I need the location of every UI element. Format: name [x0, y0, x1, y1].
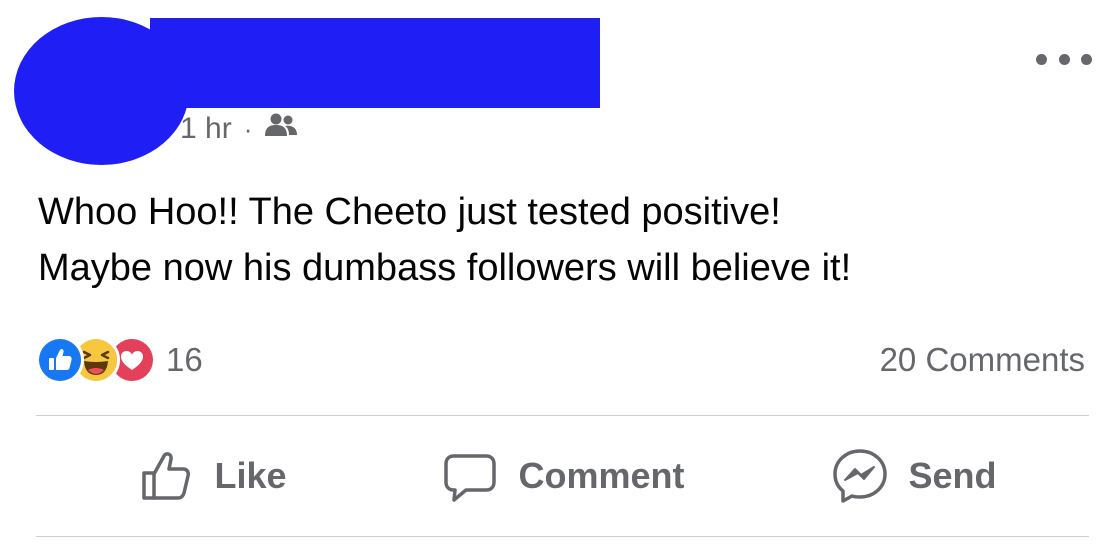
post-body: Whoo Hoo!! The Cheeto just tested positi…: [38, 184, 1078, 296]
comment-button[interactable]: Comment: [387, 416, 738, 536]
messenger-icon: [833, 449, 888, 503]
like-label: Like: [214, 455, 287, 496]
more-dot-icon: [1058, 53, 1070, 65]
reaction-count: 16: [166, 341, 203, 378]
send-label: Send: [908, 455, 997, 496]
send-button[interactable]: Send: [738, 416, 1089, 536]
more-dot-icon: [1036, 53, 1047, 65]
post-action-bar: Like Comment Send: [36, 416, 1089, 536]
more-dot-icon: [1081, 53, 1092, 65]
post-text-line: Whoo Hoo!! The Cheeto just tested positi…: [38, 191, 781, 233]
thumbs-up-icon: [142, 452, 191, 500]
like-reaction-icon: [36, 336, 84, 384]
more-options-button[interactable]: [1036, 48, 1092, 70]
like-button[interactable]: Like: [36, 416, 387, 536]
author-name-redaction: [150, 18, 600, 108]
meta-separator: ·: [243, 113, 253, 144]
friends-icon[interactable]: [264, 112, 298, 146]
reactions-summary[interactable]: 16: [36, 336, 203, 384]
comment-bubble-icon: [444, 454, 497, 502]
post-timestamp[interactable]: 1 hr: [180, 112, 232, 146]
post-text-line: Maybe now his dumbass followers will bel…: [38, 247, 852, 289]
divider: [36, 536, 1089, 537]
post-meta: 1 hr ·: [180, 112, 298, 146]
comment-label: Comment: [518, 455, 685, 496]
comments-count-link[interactable]: 20 Comments: [880, 337, 1085, 383]
